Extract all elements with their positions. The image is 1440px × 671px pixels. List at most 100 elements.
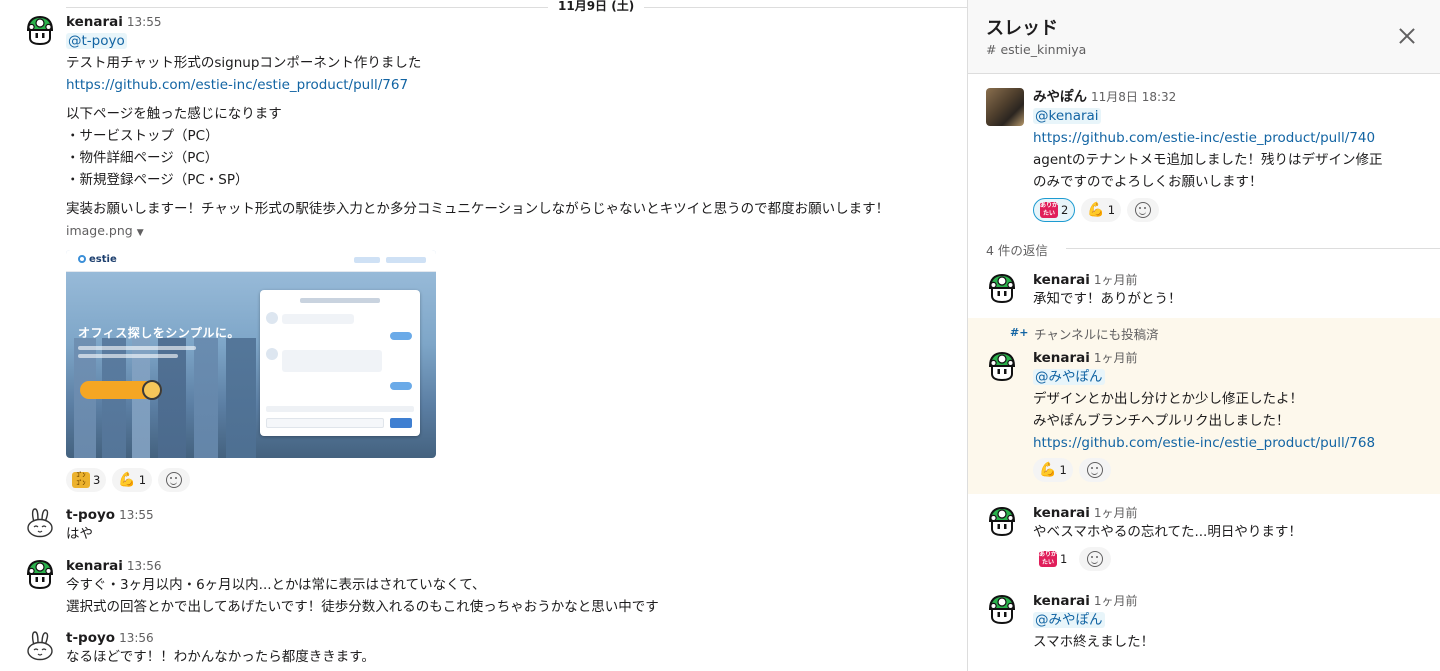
url-link[interactable]: https://github.com/estie-inc/estie_produ… bbox=[66, 77, 408, 93]
avatar[interactable] bbox=[986, 593, 1018, 625]
url-link[interactable]: https://github.com/estie-inc/estie_produ… bbox=[1033, 130, 1375, 146]
message-timestamp[interactable]: 1ヶ月前 bbox=[1094, 506, 1138, 520]
add-reaction-button[interactable] bbox=[1079, 547, 1112, 571]
message-body: みやぽん 11月8日 18:32 @kenarai https://github.… bbox=[1033, 87, 1440, 222]
image-attachment[interactable]: estie オフィス探しをシンプルに。 bbox=[66, 250, 436, 458]
reaction-bar: ｺﾞﾝ ｺﾞﾝ 3 💪 1 bbox=[66, 468, 191, 492]
message-line: スマホ終えました！ bbox=[1033, 634, 1155, 650]
caret-down-icon[interactable]: ▼ bbox=[137, 228, 144, 238]
add-reaction-button[interactable] bbox=[1127, 198, 1160, 222]
reaction-flexed-biceps[interactable]: 💪 1 bbox=[1081, 198, 1122, 222]
message-meta: kenarai 1ヶ月前 bbox=[1033, 503, 1440, 521]
message-line: はや bbox=[66, 526, 93, 542]
avatar[interactable] bbox=[24, 14, 56, 46]
reaction-count: 1 bbox=[138, 473, 147, 487]
message-line: ・サービストップ（PC） bbox=[66, 128, 219, 144]
avatar[interactable] bbox=[986, 505, 1018, 537]
flexed-biceps-emoji-icon: 💪 bbox=[118, 472, 136, 488]
message-timestamp[interactable]: 1ヶ月前 bbox=[1094, 594, 1138, 608]
panel-input bbox=[266, 418, 384, 428]
channel-broadcast-icon: #+ bbox=[1010, 326, 1029, 339]
mention-link[interactable]: @kenarai bbox=[1033, 108, 1101, 124]
message-author[interactable]: kenarai bbox=[1033, 505, 1090, 521]
reaction-flexed-biceps[interactable]: 💪 1 bbox=[1033, 458, 1073, 482]
message-author[interactable]: t-poyo bbox=[66, 507, 115, 523]
message-author[interactable]: kenarai bbox=[66, 558, 123, 574]
message-timestamp[interactable]: 1ヶ月前 bbox=[1094, 351, 1138, 365]
attachment-header-bar: estie bbox=[66, 250, 436, 272]
reaction-count: 1 bbox=[1060, 552, 1068, 566]
avatar[interactable] bbox=[986, 350, 1018, 382]
message-author[interactable]: みやぽん bbox=[1033, 89, 1087, 105]
reaction-bar: ありがたい 1 bbox=[1033, 547, 1440, 571]
message-body: kenarai 13:55 @t-poyo テスト用チャット形式のsignupコン… bbox=[66, 12, 960, 242]
attachment-subtext bbox=[78, 354, 178, 358]
message-line: @みやぽん bbox=[1033, 609, 1440, 631]
coin-stack-emoji-icon: ｺﾞﾝ ｺﾞﾝ bbox=[72, 472, 90, 488]
message-author[interactable]: t-poyo bbox=[66, 630, 115, 646]
reaction-flexed-biceps[interactable]: 💪 1 bbox=[112, 468, 153, 492]
attachment-nav-link bbox=[354, 257, 380, 263]
message-line: ・新規登録ページ（PC・SP） bbox=[66, 172, 249, 188]
message-meta: kenarai 1ヶ月前 bbox=[1033, 591, 1440, 609]
slack-window: 11月9日 (土) kenarai 13:55 @t-poyo テスト用チャット形… bbox=[0, 0, 1440, 671]
message-line: のみですのでよろしくお願いします！ bbox=[1033, 174, 1263, 190]
reaction-arigatai[interactable]: ありがたい 2 bbox=[1033, 198, 1076, 222]
message-timestamp[interactable]: 13:56 bbox=[127, 559, 162, 573]
panel-title bbox=[300, 298, 380, 303]
message-meta: kenarai 1ヶ月前 bbox=[1033, 270, 1440, 288]
avatar[interactable] bbox=[986, 88, 1024, 126]
message-timestamp[interactable]: 13:56 bbox=[119, 631, 154, 645]
thread-title: スレッド bbox=[986, 18, 1058, 39]
avatar[interactable] bbox=[986, 272, 1018, 304]
message-line: みやぽんブランチへプルリク出しました！ bbox=[1033, 413, 1290, 429]
mention-link[interactable]: @t-poyo bbox=[66, 33, 127, 49]
mention-link[interactable]: @みやぽん bbox=[1033, 612, 1105, 628]
mention-link[interactable]: @みやぽん bbox=[1033, 369, 1105, 385]
close-icon[interactable] bbox=[1399, 28, 1415, 44]
date-divider-line bbox=[66, 7, 967, 8]
add-reaction-button[interactable] bbox=[1078, 458, 1111, 482]
message-line: 実装お願いしますー！チャット形式の駅徒歩入力とか多分コミュニケーションしながらじ… bbox=[66, 201, 890, 217]
avatar[interactable] bbox=[24, 630, 56, 662]
message-author[interactable]: kenarai bbox=[1033, 272, 1090, 288]
message-body: t-poyo 13:56 なるほどです！！わかんなかったら都度ききます。 bbox=[66, 628, 960, 668]
message-timestamp[interactable]: 13:55 bbox=[127, 15, 162, 29]
message-author[interactable]: kenarai bbox=[1033, 350, 1090, 366]
also-sent-to-channel[interactable]: チャンネルにも投稿済 bbox=[1034, 324, 1159, 343]
channel-messages-pane[interactable]: 11月9日 (土) kenarai 13:55 @t-poyo テスト用チャット形… bbox=[0, 0, 967, 671]
file-name[interactable]: image.png bbox=[66, 223, 133, 238]
attachment-headline: オフィス探しをシンプルに。 bbox=[78, 326, 240, 340]
thread-channel-link[interactable]: # estie_kinmiya bbox=[986, 42, 1086, 57]
url-link[interactable]: https://github.com/estie-inc/estie_produ… bbox=[1033, 435, 1375, 451]
flexed-biceps-emoji-icon: 💪 bbox=[1039, 462, 1057, 478]
message-line: @みやぽん bbox=[1033, 366, 1440, 388]
message-meta: kenarai 13:56 bbox=[66, 556, 960, 574]
replies-count: 4 件の返信 bbox=[986, 243, 1056, 258]
add-emoji-icon bbox=[1135, 202, 1152, 218]
reaction-arigatai[interactable]: ありがたい 1 bbox=[1033, 547, 1074, 571]
avatar[interactable] bbox=[24, 507, 56, 539]
message-author[interactable]: kenarai bbox=[66, 14, 123, 30]
message-timestamp[interactable]: 1ヶ月前 bbox=[1094, 273, 1138, 287]
arigatai-emoji-icon: ありがたい bbox=[1040, 202, 1059, 218]
message-line: 今すぐ・3ヶ月以内・6ヶ月以内...とかは常に表示はされていなくて、 bbox=[66, 577, 486, 593]
avatar[interactable] bbox=[24, 558, 56, 590]
reaction-coin-stack[interactable]: ｺﾞﾝ ｺﾞﾝ 3 bbox=[66, 468, 107, 492]
add-reaction-button[interactable] bbox=[158, 468, 191, 492]
message-meta: kenarai 13:55 bbox=[66, 12, 960, 30]
message-author[interactable]: kenarai bbox=[1033, 593, 1090, 609]
message-timestamp[interactable]: 11月8日 18:32 bbox=[1091, 90, 1176, 104]
thread-header: スレッド # estie_kinmiya bbox=[968, 0, 1440, 74]
panel-send bbox=[390, 418, 412, 428]
thread-pane[interactable]: スレッド # estie_kinmiya みやぽん 11月8日 18:32 @ke… bbox=[967, 0, 1440, 671]
attachment-subtext bbox=[78, 346, 196, 350]
reaction-count: 2 bbox=[1061, 203, 1069, 217]
attachment-nav-link bbox=[386, 257, 426, 263]
reaction-bar: 💪 1 bbox=[1033, 458, 1440, 482]
reaction-count: 1 bbox=[1107, 203, 1116, 217]
message-line: https://github.com/estie-inc/estie_produ… bbox=[1033, 432, 1440, 454]
message-timestamp[interactable]: 13:55 bbox=[119, 508, 154, 522]
file-name-toggle[interactable]: image.png ▼ bbox=[66, 222, 960, 242]
message-body: kenarai 1ヶ月前 @みやぽん スマホ終えました！ bbox=[1033, 591, 1440, 653]
